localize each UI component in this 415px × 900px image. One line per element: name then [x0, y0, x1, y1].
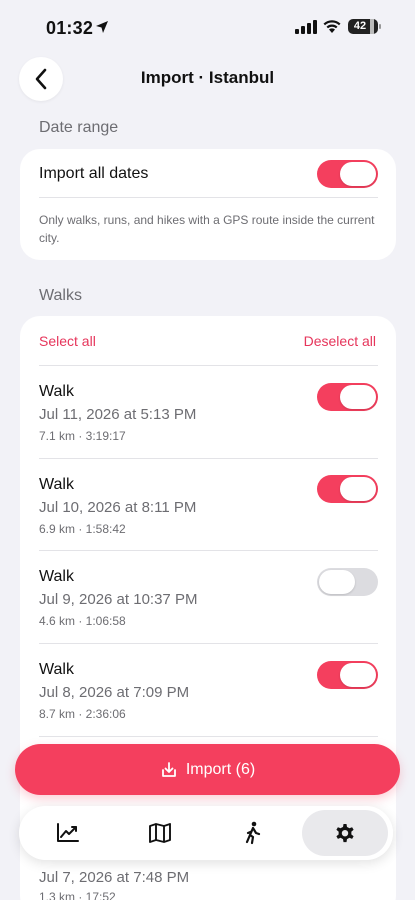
walk-toggle[interactable] — [317, 568, 378, 596]
status-bar: 01:32 42 — [0, 0, 415, 56]
walk-row[interactable]: Walk Jul 10, 2026 at 8:11 PM 6.9 km · 1:… — [20, 459, 396, 551]
gear-icon — [336, 824, 354, 843]
walk-date: Jul 8, 2026 at 7:09 PM — [39, 684, 190, 701]
walk-title: Walk — [39, 661, 74, 678]
wifi-icon — [323, 20, 341, 33]
tab-settings[interactable] — [302, 810, 388, 856]
deselect-all-button[interactable]: Deselect all — [304, 333, 376, 349]
walk-toggle[interactable] — [317, 661, 378, 689]
walking-person-icon — [245, 821, 261, 845]
walk-date: Jul 10, 2026 at 8:11 PM — [39, 499, 197, 516]
tab-bar — [19, 806, 393, 860]
walk-title: Walk — [39, 568, 74, 585]
import-button[interactable]: Import (6) — [15, 744, 400, 795]
walk-row[interactable]: Walk Jul 9, 2026 at 10:37 PM 4.6 km · 1:… — [20, 551, 396, 643]
import-all-dates-toggle[interactable] — [317, 160, 378, 188]
walk-title: Walk — [39, 383, 74, 400]
date-range-card: Import all dates Only walks, runs, and h… — [20, 149, 396, 260]
tab-walk[interactable] — [210, 810, 296, 856]
battery-icon: 42 — [348, 19, 381, 34]
walk-row[interactable]: Walk Jul 8, 2026 at 7:09 PM 8.7 km · 2:3… — [20, 644, 396, 736]
divider — [39, 736, 378, 737]
battery-level: 42 — [353, 20, 367, 32]
walk-toggle[interactable] — [317, 383, 378, 411]
walk-meta: 7.1 km · 3:19:17 — [39, 429, 126, 443]
divider — [39, 197, 378, 198]
walk-row[interactable]: Walk Jul 11, 2026 at 5:13 PM 7.1 km · 3:… — [20, 366, 396, 458]
walk-date: Jul 7, 2026 at 7:48 PM — [39, 869, 190, 886]
walk-toggle[interactable] — [317, 475, 378, 503]
cellular-signal-icon — [295, 20, 317, 34]
select-all-button[interactable]: Select all — [39, 333, 96, 349]
walk-title: Walk — [39, 476, 74, 493]
tab-map[interactable] — [117, 810, 203, 856]
date-range-footnote: Only walks, runs, and hikes with a GPS r… — [39, 213, 375, 245]
section-header-date-range: Date range — [39, 119, 119, 136]
walk-meta: 8.7 km · 2:36:06 — [39, 707, 126, 721]
page-title: Import · Istanbul — [140, 68, 275, 87]
walk-meta: 4.6 km · 1:06:58 — [39, 614, 126, 628]
section-header-walks: Walks — [39, 287, 82, 304]
import-tray-icon — [161, 761, 176, 777]
walk-date: Jul 9, 2026 at 10:37 PM — [39, 591, 198, 608]
status-time: 01:32 — [46, 18, 94, 38]
map-icon — [149, 823, 171, 843]
walk-meta: 6.9 km · 1:58:42 — [39, 522, 126, 536]
chart-line-icon — [57, 823, 79, 842]
import-all-dates-label: Import all dates — [39, 165, 149, 182]
tab-stats[interactable] — [25, 810, 111, 856]
walk-date: Jul 11, 2026 at 5:13 PM — [39, 406, 197, 423]
location-arrow-icon — [96, 21, 108, 33]
import-button-label: Import (6) — [185, 760, 256, 778]
walk-meta: 1.3 km · 17:52 — [39, 890, 116, 900]
